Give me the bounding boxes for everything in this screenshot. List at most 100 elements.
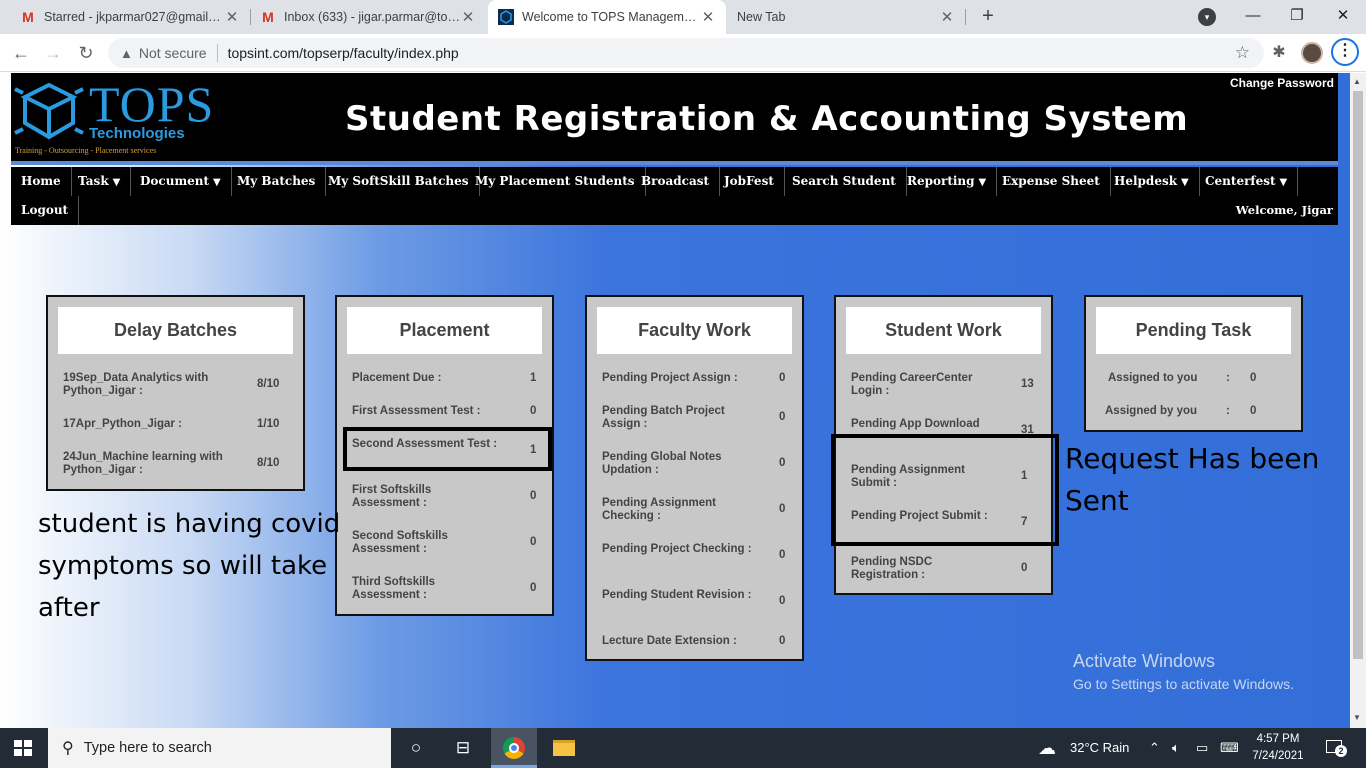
menu-search-student[interactable]: Search Student xyxy=(782,167,907,196)
faculty-row-label[interactable]: Pending Global Notes Updation : xyxy=(602,451,752,477)
card-title: Student Work xyxy=(846,307,1041,354)
url-text[interactable]: topsint.com/topserp/faculty/index.php xyxy=(228,45,459,61)
folder-icon xyxy=(553,740,575,756)
close-tab-icon[interactable]: ✕ xyxy=(224,8,240,26)
pending-row-value: 0 xyxy=(1250,372,1257,384)
volume-icon[interactable]: 🔈︎ xyxy=(1172,728,1180,768)
menu-broadcast[interactable]: Broadcast xyxy=(631,167,721,196)
page-scrollbar[interactable]: ▲ ▼ xyxy=(1350,73,1366,728)
tops-favicon xyxy=(498,9,514,25)
new-tab-button[interactable]: + xyxy=(976,5,1000,29)
faculty-row-label[interactable]: Pending Student Revision : xyxy=(602,589,752,602)
close-window-button[interactable]: ✕ xyxy=(1330,4,1356,28)
scrollbar-thumb[interactable] xyxy=(1353,91,1363,659)
delay-batch-label[interactable]: 19Sep_Data Analytics with Python_Jigar : xyxy=(63,372,243,398)
windows-start-icon[interactable] xyxy=(14,740,32,756)
gmail-icon: M xyxy=(262,9,274,25)
tab-search-icon[interactable]: ▾ xyxy=(1198,8,1216,26)
show-hidden-icons-chevron-icon[interactable]: ⌃ xyxy=(1149,728,1160,768)
bookmark-star-icon[interactable]: ☆ xyxy=(1235,43,1250,63)
scroll-up-arrow-icon[interactable]: ▲ xyxy=(1353,77,1361,86)
close-tab-icon[interactable]: ✕ xyxy=(939,8,955,26)
menu-my-softskill-batches[interactable]: My SoftSkill Batches xyxy=(318,167,480,196)
faculty-row-value: 0 xyxy=(779,372,786,384)
change-password-link[interactable]: Change Password xyxy=(1230,76,1334,90)
placement-row-value: 0 xyxy=(530,405,537,417)
pending-row-label[interactable]: Assigned by you xyxy=(1105,405,1197,418)
close-tab-icon[interactable]: ✕ xyxy=(700,8,716,26)
card-title: Pending Task xyxy=(1096,307,1291,354)
menu-label: JobFest xyxy=(724,174,774,188)
student-row-label[interactable]: Pending CareerCenter Login : xyxy=(851,372,1001,398)
cortana-circle-icon[interactable]: ○ xyxy=(393,728,439,768)
menu-label: My Batches xyxy=(237,174,316,188)
menu-my-placement-students[interactable]: My Placement Students xyxy=(465,167,646,196)
delay-batch-label[interactable]: 24Jun_Machine learning with Python_Jigar… xyxy=(63,451,223,477)
watermark-line2: Go to Settings to activate Windows. xyxy=(1073,676,1294,692)
security-label[interactable]: Not secure xyxy=(139,45,207,61)
faculty-row-label[interactable]: Lecture Date Extension : xyxy=(602,635,767,648)
task-view-icon[interactable]: ⊟ xyxy=(440,728,486,768)
menu-helpdesk[interactable]: Helpdesk ▼ xyxy=(1104,167,1200,196)
minimize-button[interactable]: — xyxy=(1240,4,1266,28)
menu-expense-sheet[interactable]: Expense Sheet xyxy=(992,167,1111,196)
restore-button[interactable]: ❐ xyxy=(1284,4,1310,28)
notification-center-icon[interactable]: 2 xyxy=(1324,738,1347,758)
faculty-row-label[interactable]: Pending Batch Project Assign : xyxy=(602,405,752,431)
clock-date: 7/24/2021 xyxy=(1252,750,1304,762)
network-icon[interactable]: ▭ xyxy=(1196,728,1208,768)
browser-tab-gmail-starred[interactable]: M Starred - jkparmar027@gmail.com ✕ xyxy=(10,0,250,34)
faculty-row-value: 0 xyxy=(779,635,786,647)
browser-tab-tops[interactable]: Welcome to TOPS Management System ✕ xyxy=(488,0,726,34)
faculty-row-label[interactable]: Pending Assignment Checking : xyxy=(602,497,752,523)
taskbar-chrome-app[interactable] xyxy=(491,728,537,768)
menu-jobfest[interactable]: JobFest xyxy=(714,167,785,196)
placement-row-value: 1 xyxy=(530,372,537,384)
taskbar-clock[interactable]: 4:57 PM 7/24/2021 xyxy=(1248,731,1308,765)
menu-home[interactable]: Home xyxy=(11,167,72,196)
pending-row-label[interactable]: Assigned to you xyxy=(1108,372,1197,385)
reload-icon[interactable]: ↻ xyxy=(74,41,98,65)
browser-tab-new[interactable]: New Tab ✕ xyxy=(727,0,965,34)
back-arrow-icon[interactable]: ← xyxy=(9,41,33,65)
menu-task[interactable]: Task ▼ xyxy=(68,167,132,196)
weather-text[interactable]: 32°C Rain xyxy=(1070,728,1129,768)
student-row-label[interactable]: Pending NSDC Registration : xyxy=(851,556,961,582)
taskbar-file-explorer-app[interactable] xyxy=(541,728,587,768)
caret-down-icon: ▼ xyxy=(978,177,987,188)
profile-avatar[interactable] xyxy=(1301,42,1323,64)
placement-row-label[interactable]: First Assessment Test : xyxy=(352,405,512,418)
menu-reporting[interactable]: Reporting ▼ xyxy=(897,167,998,196)
address-bar[interactable]: ▲ Not secure topsint.com/topserp/faculty… xyxy=(108,38,1264,68)
main-menu: Home Task ▼ Document ▼ My Batches My SoftS… xyxy=(11,167,1338,225)
placement-row-label[interactable]: Placement Due : xyxy=(352,372,512,385)
placement-row-value: 0 xyxy=(530,582,537,594)
chrome-menu-icon[interactable]: ⋮ xyxy=(1331,38,1359,66)
caret-down-icon: ▼ xyxy=(112,177,121,188)
browser-tab-gmail-inbox[interactable]: M Inbox (633) - jigar.parmar@tops-int.co… xyxy=(250,0,486,34)
close-tab-icon[interactable]: ✕ xyxy=(460,8,476,26)
student-row-label[interactable]: Pending App Download xyxy=(851,418,1011,431)
menu-centerfest[interactable]: Centerfest ▼ xyxy=(1195,167,1299,196)
warning-icon[interactable]: ▲ xyxy=(120,46,133,61)
card-pending-task: Pending Task Assigned to you : 0 Assigne… xyxy=(1084,295,1303,432)
delay-batch-label[interactable]: 17Apr_Python_Jigar : xyxy=(63,418,243,431)
extensions-puzzle-icon[interactable]: ✱ xyxy=(1268,42,1290,64)
faculty-row-label[interactable]: Pending Project Assign : xyxy=(602,372,767,385)
forward-arrow-icon[interactable]: → xyxy=(41,41,65,65)
scroll-down-arrow-icon[interactable]: ▼ xyxy=(1353,713,1361,722)
menu-my-batches[interactable]: My Batches xyxy=(227,167,327,196)
taskbar-search-box[interactable]: ⚲ Type here to search xyxy=(48,728,391,768)
card-title: Delay Batches xyxy=(58,307,293,354)
menu-document[interactable]: Document ▼ xyxy=(130,167,232,196)
pending-row-sep: : xyxy=(1226,405,1230,417)
browser-tab-strip: M Starred - jkparmar027@gmail.com ✕ M In… xyxy=(0,0,1366,34)
taskbar-search-placeholder[interactable]: Type here to search xyxy=(84,740,212,756)
menu-logout[interactable]: Logout xyxy=(11,196,80,225)
keyboard-icon[interactable]: ⌨ xyxy=(1220,728,1239,768)
card-delay-batches: Delay Batches 19Sep_Data Analytics with … xyxy=(46,295,305,491)
gmail-icon: M xyxy=(22,9,34,25)
weather-cloud-icon[interactable]: ☁ xyxy=(1038,728,1056,768)
faculty-row-label[interactable]: Pending Project Checking : xyxy=(602,543,752,556)
faculty-row-value: 0 xyxy=(779,595,786,607)
